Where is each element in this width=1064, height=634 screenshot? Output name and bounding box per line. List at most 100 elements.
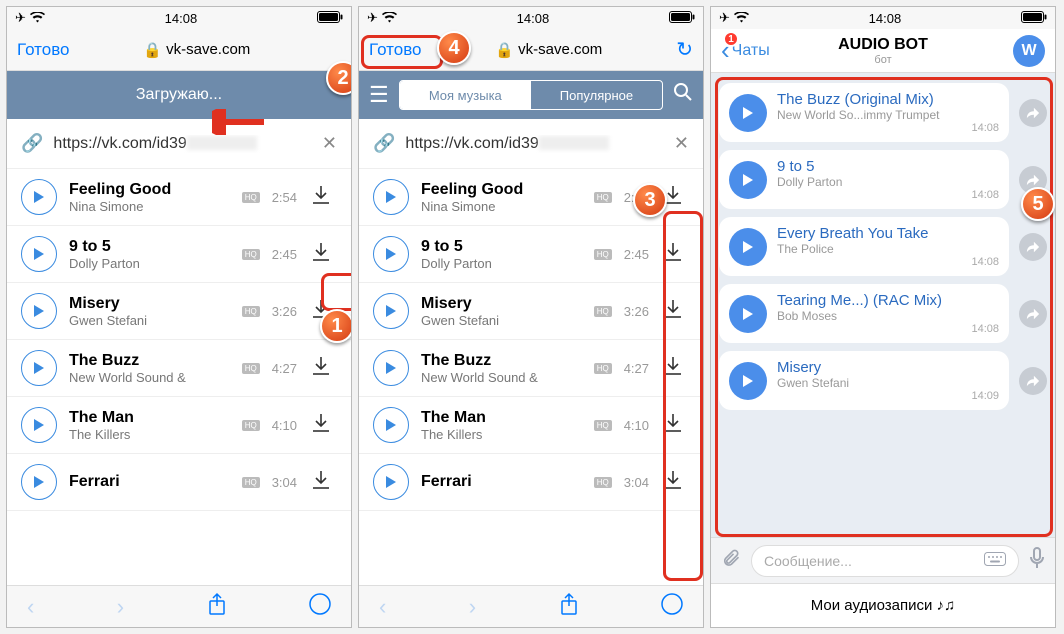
track-duration: 3:04 bbox=[624, 475, 649, 490]
track-title: Ferrari bbox=[421, 473, 582, 491]
back-icon[interactable]: ‹ bbox=[379, 594, 386, 620]
track-artist: New World Sound & bbox=[421, 370, 582, 385]
track-title: The Buzz bbox=[69, 352, 230, 370]
message-input[interactable]: Сообщение... bbox=[751, 545, 1019, 577]
browser-toolbar: Готово 🔒 vk-save.com ↻ bbox=[7, 29, 351, 71]
audio-bubble[interactable]: Tearing Me...) (RAC Mix)Bob Moses14:08 bbox=[719, 284, 1009, 343]
lock-icon: 🔒 bbox=[495, 41, 514, 59]
message-time: 14:08 bbox=[777, 256, 999, 268]
share-icon[interactable] bbox=[207, 592, 227, 622]
tab-my-music[interactable]: Моя музыка bbox=[400, 81, 531, 109]
track-meta: The BuzzNew World Sound & bbox=[69, 352, 230, 385]
download-button[interactable] bbox=[661, 468, 689, 496]
play-button[interactable] bbox=[729, 161, 767, 199]
clear-button[interactable]: ✕ bbox=[674, 133, 689, 154]
url-input-row: 🔗 https://vk.com/id39 ✕ bbox=[359, 119, 703, 169]
download-button[interactable] bbox=[309, 411, 337, 439]
hq-badge: HQ bbox=[594, 306, 612, 317]
track-meta: The ManThe Killers bbox=[69, 409, 230, 442]
track-artist: Dolly Parton bbox=[69, 256, 230, 271]
forward-button[interactable] bbox=[1019, 99, 1047, 127]
play-button[interactable] bbox=[21, 350, 57, 386]
download-button[interactable] bbox=[309, 183, 337, 211]
clear-button[interactable]: ✕ bbox=[322, 133, 337, 154]
play-button[interactable] bbox=[373, 179, 409, 215]
play-button[interactable] bbox=[21, 293, 57, 329]
forward-icon[interactable]: › bbox=[469, 594, 476, 620]
done-button[interactable]: Готово bbox=[17, 40, 70, 60]
status-bar: ✈︎ 14:08 bbox=[7, 7, 351, 29]
tab-popular[interactable]: Популярное bbox=[531, 81, 662, 109]
download-button[interactable] bbox=[661, 240, 689, 268]
chat-message: The Buzz (Original Mix)New World So...im… bbox=[719, 83, 1047, 142]
lock-icon: 🔒 bbox=[143, 41, 162, 59]
play-button[interactable] bbox=[373, 464, 409, 500]
play-button[interactable] bbox=[373, 236, 409, 272]
share-icon[interactable] bbox=[559, 592, 579, 622]
attach-icon[interactable] bbox=[721, 548, 741, 574]
play-button[interactable] bbox=[729, 362, 767, 400]
segmented-control: Моя музыка Популярное bbox=[399, 80, 663, 110]
keyboard-icon[interactable] bbox=[984, 549, 1006, 572]
my-audio-button[interactable]: Мои аудиозаписи ♪♫ bbox=[711, 583, 1055, 627]
download-button[interactable] bbox=[661, 183, 689, 211]
download-button[interactable] bbox=[661, 354, 689, 382]
url-input[interactable]: https://vk.com/id39 bbox=[53, 135, 311, 153]
track-meta: MiseryGwen Stefani bbox=[69, 295, 230, 328]
play-button[interactable] bbox=[373, 293, 409, 329]
safari-icon[interactable] bbox=[309, 593, 331, 621]
audio-bubble[interactable]: The Buzz (Original Mix)New World So...im… bbox=[719, 83, 1009, 142]
track-meta: Feeling GoodNina Simone bbox=[69, 181, 230, 214]
panel-2-browser-list: ✈︎ 14:08 Готово 🔒 vk-save.com ↻ ☰ Моя му… bbox=[358, 6, 704, 628]
play-button[interactable] bbox=[21, 179, 57, 215]
track-meta: Feeling GoodNina Simone bbox=[421, 181, 582, 214]
play-button[interactable] bbox=[373, 350, 409, 386]
forward-icon[interactable]: › bbox=[117, 594, 124, 620]
address-bar[interactable]: 🔒 vk-save.com bbox=[430, 41, 669, 59]
track-duration: 3:26 bbox=[272, 304, 297, 319]
forward-button[interactable] bbox=[1019, 166, 1047, 194]
search-icon[interactable] bbox=[673, 82, 693, 108]
forward-button[interactable] bbox=[1019, 367, 1047, 395]
play-button[interactable] bbox=[373, 407, 409, 443]
play-button[interactable] bbox=[21, 407, 57, 443]
clock: 14:08 bbox=[165, 11, 198, 26]
wifi-icon bbox=[30, 11, 45, 26]
done-button[interactable]: Готово bbox=[369, 40, 422, 60]
track-title: The Man bbox=[69, 409, 230, 427]
hq-badge: HQ bbox=[242, 420, 260, 431]
download-button[interactable] bbox=[309, 354, 337, 382]
back-icon[interactable]: ‹ bbox=[27, 594, 34, 620]
download-button[interactable] bbox=[309, 240, 337, 268]
audio-bubble[interactable]: MiseryGwen Stefani14:09 bbox=[719, 351, 1009, 410]
play-button[interactable] bbox=[21, 464, 57, 500]
track-artist: The Killers bbox=[421, 427, 582, 442]
menu-icon[interactable]: ☰ bbox=[369, 82, 389, 108]
safari-icon[interactable] bbox=[661, 593, 683, 621]
url-input[interactable]: https://vk.com/id39 bbox=[405, 135, 663, 153]
play-button[interactable] bbox=[729, 228, 767, 266]
forward-button[interactable] bbox=[1019, 300, 1047, 328]
audio-meta: 9 to 5Dolly Parton14:08 bbox=[777, 158, 999, 201]
mic-icon[interactable] bbox=[1029, 547, 1045, 575]
download-button[interactable] bbox=[309, 468, 337, 496]
track-duration: 4:10 bbox=[624, 418, 649, 433]
track-duration: 4:27 bbox=[624, 361, 649, 376]
chat-subtitle: бот bbox=[711, 54, 1055, 66]
play-button[interactable] bbox=[729, 295, 767, 333]
audio-bubble[interactable]: Every Breath You TakeThe Police14:08 bbox=[719, 217, 1009, 276]
play-button[interactable] bbox=[729, 94, 767, 132]
download-button[interactable] bbox=[661, 411, 689, 439]
track-title: Feeling Good bbox=[69, 181, 230, 199]
download-button[interactable] bbox=[661, 297, 689, 325]
address-bar[interactable]: 🔒 vk-save.com bbox=[78, 41, 317, 59]
airplane-icon: ✈︎ bbox=[367, 10, 378, 26]
forward-button[interactable] bbox=[1019, 233, 1047, 261]
audio-bubble[interactable]: 9 to 5Dolly Parton14:08 bbox=[719, 150, 1009, 209]
download-button[interactable] bbox=[309, 297, 337, 325]
audio-artist: New World So...immy Trumpet bbox=[777, 108, 999, 122]
refresh-button[interactable]: ↻ bbox=[676, 37, 693, 62]
play-button[interactable] bbox=[21, 236, 57, 272]
track-row: MiseryGwen StefaniHQ3:26 bbox=[359, 283, 703, 340]
panel-3-vk-chat: ✈︎ 14:08 ‹ Чаты 1 AUDIO BOT бот W The Bu… bbox=[710, 6, 1056, 628]
